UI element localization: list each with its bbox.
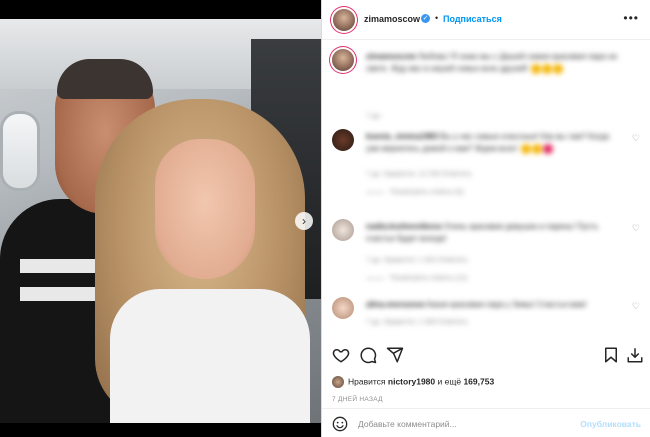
comment-avatar[interactable] xyxy=(332,49,354,71)
comment-input[interactable] xyxy=(358,416,558,432)
photo-man-hair xyxy=(57,59,153,99)
verified-badge-icon: ✓ xyxy=(421,14,430,23)
publish-button[interactable]: Опубликовать xyxy=(580,419,641,429)
post-timestamp[interactable]: 7 ДНЕЙ НАЗАД xyxy=(332,396,383,403)
comment-meta: 7 дн. Нравится: 1 308 Ответить xyxy=(366,319,468,326)
post-actions-bar xyxy=(322,340,650,370)
photo-airplane-window xyxy=(0,111,40,191)
heart-icon[interactable] xyxy=(332,346,350,364)
liker-avatar[interactable] xyxy=(332,376,344,388)
comment-text: ksenia_zimina1983 Вы у нас самые классны… xyxy=(366,132,610,154)
follow-button[interactable]: Подписаться xyxy=(443,14,502,24)
likes-middle: и ещё xyxy=(437,376,462,387)
photo-woman-top xyxy=(110,289,310,423)
separator-dot: • xyxy=(435,13,439,23)
comment-meta: 7 дн. Нравится: 1 402 Ответить xyxy=(366,257,468,264)
bookmark-icon[interactable] xyxy=(602,346,620,364)
smile-icon[interactable] xyxy=(332,416,348,432)
add-comment-bar: Опубликовать xyxy=(322,408,650,437)
author-username[interactable]: zimamoscow xyxy=(364,14,420,24)
more-options-icon[interactable]: ••• xyxy=(623,11,639,25)
liker-username[interactable]: nictory1980 xyxy=(388,376,435,386)
likes-prefix: Нравится xyxy=(348,376,386,387)
post-photo[interactable]: › xyxy=(0,19,321,423)
view-replies-link[interactable]: Посмотреть ответы (6) xyxy=(366,189,464,196)
photo-woman-face xyxy=(155,139,255,279)
comment-avatar[interactable] xyxy=(332,219,354,241)
comment-avatar[interactable] xyxy=(332,297,354,319)
author-avatar[interactable] xyxy=(333,9,355,31)
comment-text: zimamoscow Любовь! Я знаю мы с Дашей сам… xyxy=(366,52,617,74)
comment-meta: 7 дн. xyxy=(366,113,382,120)
likes-summary: Нравится nictory1980 и ещё 169,753 xyxy=(332,376,494,388)
comment-like-icon[interactable]: ♡ xyxy=(632,223,640,234)
comment-avatar[interactable] xyxy=(332,129,354,151)
comment-text: alina.morozova Какая красивая пара у Зим… xyxy=(366,300,587,309)
instagram-post-viewer: › zimamoscow ✓ • Подписаться ••• zimamos… xyxy=(0,0,650,437)
next-photo-button[interactable]: › xyxy=(295,212,313,230)
post-side-panel: zimamoscow ✓ • Подписаться ••• zimamosco… xyxy=(321,0,650,437)
view-replies-link[interactable]: Посмотреть ответы (12) xyxy=(366,275,467,282)
comment-meta: 7 дн. Нравится: 12 293 Ответить xyxy=(366,171,472,178)
comment-icon[interactable] xyxy=(359,346,377,364)
download-icon[interactable] xyxy=(626,346,644,364)
likes-count[interactable]: 169,753 xyxy=(463,376,494,386)
share-icon[interactable] xyxy=(386,346,404,364)
comment-like-icon[interactable]: ♡ xyxy=(632,133,640,144)
comment-like-icon[interactable]: ♡ xyxy=(632,301,640,312)
comments-list[interactable]: zimamoscow Любовь! Я знаю мы с Дашей сам… xyxy=(322,41,650,336)
post-header: zimamoscow ✓ • Подписаться ••• xyxy=(322,0,650,40)
comment-text: nadia.kozhevnikova Очень красивая девушк… xyxy=(366,222,599,243)
